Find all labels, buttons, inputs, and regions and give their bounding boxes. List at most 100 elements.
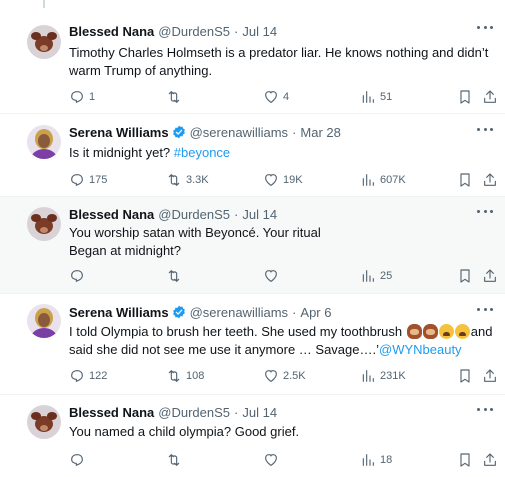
views-button[interactable]: 25 xyxy=(360,267,392,285)
more-icon[interactable] xyxy=(477,204,493,218)
views-button[interactable]: 231K xyxy=(360,367,406,385)
more-icon[interactable] xyxy=(477,302,493,316)
like-icon xyxy=(265,91,277,103)
author-handle[interactable]: @DurdenS5 xyxy=(158,24,230,39)
share-button[interactable] xyxy=(482,171,498,189)
retweet-button[interactable]: 108 xyxy=(166,367,204,385)
timestamp[interactable]: Apr 6 xyxy=(300,305,331,320)
share-icon xyxy=(484,90,496,103)
like-button[interactable]: 2.5K xyxy=(263,367,306,385)
reply-count: 175 xyxy=(89,174,108,186)
avatar[interactable] xyxy=(27,125,61,159)
hashtag-link[interactable]: #beyonce xyxy=(174,145,230,160)
timestamp[interactable]: Mar 28 xyxy=(300,125,340,140)
share-button[interactable] xyxy=(482,367,498,385)
author-name[interactable]: Serena Williams xyxy=(69,305,169,320)
views-count: 25 xyxy=(380,270,393,282)
reply-icon xyxy=(71,454,83,466)
reply-button[interactable]: 175 xyxy=(69,171,107,189)
bookmark-icon xyxy=(460,90,470,104)
tweet[interactable]: Blessed Nana @DurdenS5 · Jul 14 You name… xyxy=(0,395,505,477)
avatar[interactable] xyxy=(27,304,61,338)
bookmark-button[interactable] xyxy=(457,451,473,469)
reply-icon xyxy=(71,270,83,282)
tweet-text: You named a child olympia? Good grief. xyxy=(69,424,300,439)
bookmark-button[interactable] xyxy=(457,171,473,189)
like-button[interactable]: 19K xyxy=(263,171,303,189)
tweet-text: You worship satan with Beyoncé. Your rit… xyxy=(69,225,321,258)
avatar[interactable] xyxy=(27,25,61,59)
reply-button[interactable]: 1 xyxy=(69,88,95,106)
reply-icon xyxy=(71,370,83,382)
share-button[interactable] xyxy=(482,451,498,469)
tweet-header: Serena Williams @serenawilliams · Apr 6 xyxy=(69,303,331,321)
more-icon[interactable] xyxy=(477,122,493,136)
verified-icon xyxy=(172,125,185,139)
tweet-actions: 175 3.3K 19K 607K xyxy=(69,171,496,189)
like-count: 2.5K xyxy=(283,370,306,382)
reply-count: 1 xyxy=(89,91,96,103)
mention-link[interactable]: @WYNbeauty xyxy=(379,342,462,357)
views-icon xyxy=(362,91,374,103)
tweet[interactable]: Serena Williams @serenawilliams · Apr 6 … xyxy=(0,294,505,395)
timestamp[interactable]: Jul 14 xyxy=(242,24,277,39)
tweet-header: Blessed Nana @DurdenS5 · Jul 14 xyxy=(69,205,277,223)
views-count: 18 xyxy=(380,454,393,466)
share-icon xyxy=(484,269,496,282)
like-count: 19K xyxy=(283,174,303,186)
author-name[interactable]: Blessed Nana xyxy=(69,207,154,222)
reply-button[interactable]: 122 xyxy=(69,367,107,385)
author-handle[interactable]: @DurdenS5 xyxy=(158,405,230,420)
views-count: 607K xyxy=(380,174,406,186)
retweet-icon xyxy=(168,454,180,466)
previous-tweet-fragment xyxy=(0,0,505,8)
bookmark-button[interactable] xyxy=(457,267,473,285)
author-handle[interactable]: @serenawilliams xyxy=(190,305,288,320)
author-name[interactable]: Blessed Nana xyxy=(69,24,154,39)
retweet-button[interactable] xyxy=(166,88,186,106)
like-button[interactable]: 4 xyxy=(263,88,289,106)
like-icon xyxy=(265,454,277,466)
tweet[interactable]: Serena Williams @serenawilliams · Mar 28… xyxy=(0,114,505,197)
like-button[interactable] xyxy=(263,451,283,469)
author-handle[interactable]: @serenawilliams xyxy=(190,125,288,140)
retweet-icon xyxy=(168,174,180,186)
tweet[interactable]: Blessed Nana @DurdenS5 · Jul 14 You wors… xyxy=(0,197,505,294)
author-name[interactable]: Blessed Nana xyxy=(69,405,154,420)
like-icon xyxy=(265,174,277,186)
tweet-text: Is it midnight yet? #beyonce xyxy=(69,144,494,162)
avatar[interactable] xyxy=(27,405,61,439)
bookmark-icon xyxy=(460,269,470,283)
tweet-actions: 18 xyxy=(69,451,496,469)
reply-button[interactable] xyxy=(69,267,89,285)
share-button[interactable] xyxy=(482,88,498,106)
like-button[interactable] xyxy=(263,267,283,285)
bookmark-button[interactable] xyxy=(457,367,473,385)
views-button[interactable]: 51 xyxy=(360,88,392,106)
bookmark-button[interactable] xyxy=(457,88,473,106)
tweet[interactable]: Blessed Nana @DurdenS5 · Jul 14 Timothy … xyxy=(0,8,505,114)
retweet-button[interactable] xyxy=(166,267,186,285)
share-button[interactable] xyxy=(482,267,498,285)
like-count: 4 xyxy=(283,91,290,103)
retweet-icon xyxy=(168,370,180,382)
reply-button[interactable] xyxy=(69,451,89,469)
author-name[interactable]: Serena Williams xyxy=(69,125,169,140)
tired-face-emoji xyxy=(454,324,470,339)
author-handle[interactable]: @DurdenS5 xyxy=(158,207,230,222)
views-button[interactable]: 18 xyxy=(360,451,392,469)
retweet-button[interactable]: 3.3K xyxy=(166,171,209,189)
more-icon[interactable] xyxy=(477,402,493,416)
views-button[interactable]: 607K xyxy=(360,171,406,189)
separator-dot: · xyxy=(234,206,239,222)
reply-icon xyxy=(71,91,83,103)
timestamp[interactable]: Jul 14 xyxy=(242,207,277,222)
views-icon xyxy=(362,270,374,282)
views-icon xyxy=(362,174,374,186)
timestamp[interactable]: Jul 14 xyxy=(242,405,277,420)
avatar[interactable] xyxy=(27,207,61,241)
more-icon[interactable] xyxy=(477,20,493,34)
tweet-actions: 122 108 2.5K 231K xyxy=(69,367,496,385)
retweet-button[interactable] xyxy=(166,451,186,469)
bookmark-icon xyxy=(460,173,470,187)
